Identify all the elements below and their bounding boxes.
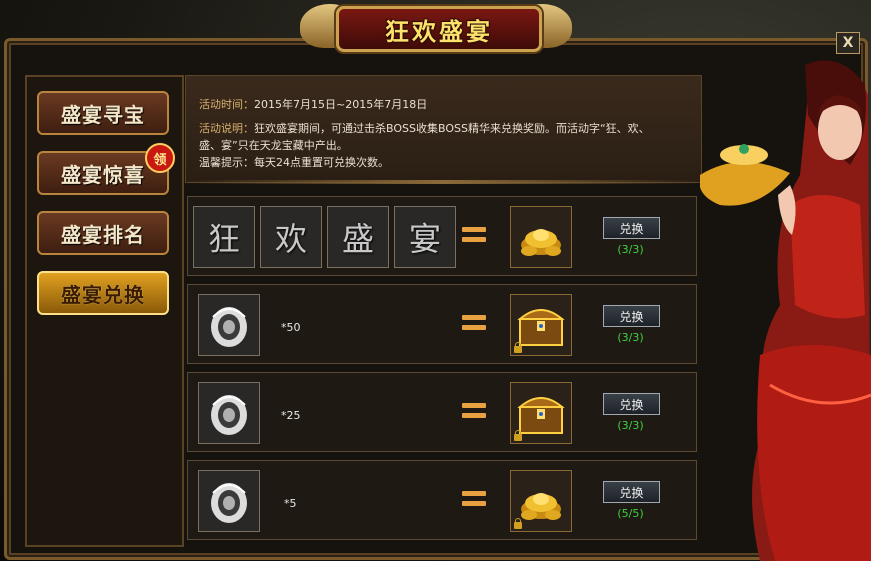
material-slot[interactable] (198, 382, 260, 444)
claim-badge: 领 (145, 143, 175, 173)
character-item: 狂 (207, 220, 240, 258)
boss-essence-icon (211, 395, 247, 435)
character-item: 欢 (274, 220, 307, 258)
event-tip: 温馨提示：每天24点重置可兑换次数。 (199, 156, 389, 169)
title-banner: 狂欢盛宴 (336, 6, 542, 52)
sidebar: 盛宴寻宝 盛宴惊喜 领 盛宴排名 盛宴兑换 (25, 75, 184, 547)
character-slot: 宴 (394, 206, 456, 268)
equals-icon (462, 313, 486, 333)
reward-slot[interactable] (510, 294, 572, 356)
event-desc-line-2: 盛、宴”只在天龙宝藏中产出。 (199, 139, 348, 152)
lock-icon (514, 430, 522, 441)
equals-icon (462, 401, 486, 421)
equals-icon (462, 225, 486, 245)
reward-slot[interactable] (510, 382, 572, 444)
event-desc-text: 狂欢盛宴期间，可通过击杀BOSS收集BOSS精华来兑换奖励。而活动字“狂、欢、 (254, 122, 650, 135)
lock-icon (514, 518, 522, 529)
exchange-row: *50 兑换 (3/3) (187, 284, 697, 364)
game-dialog: 狂欢盛宴 X 盛宴寻宝 盛宴惊喜 领 盛宴排名 盛宴兑换 活动时间：2015年7… (0, 0, 871, 561)
remaining-times: (3/3) (617, 331, 644, 344)
equals-icon (462, 489, 486, 509)
exchange-row: *5 兑换 (5/5) (187, 460, 697, 540)
tab-label: 盛宴排名 (61, 222, 145, 247)
character-item: 宴 (408, 220, 441, 258)
redeem-button[interactable]: 兑换 (603, 217, 660, 239)
remaining-times: (3/3) (617, 419, 644, 432)
reward-slot[interactable] (510, 470, 572, 532)
lock-icon (514, 342, 522, 353)
dialog-title: 狂欢盛宴 (385, 17, 493, 46)
divider (185, 180, 700, 184)
tab-feast-exchange[interactable]: 盛宴兑换 (37, 271, 169, 315)
exchange-row: *25 兑换 (3/3) (187, 372, 697, 452)
character-item: 盛 (341, 220, 374, 258)
material-count: *50 (281, 321, 301, 334)
close-button[interactable]: X (836, 32, 860, 54)
character-slot: 狂 (193, 206, 255, 268)
tab-feast-treasure[interactable]: 盛宴寻宝 (37, 91, 169, 135)
event-time-value: 2015年7月15日~2015年7月18日 (254, 98, 428, 111)
exchange-row: 狂 欢 盛 宴 兑换 (3/3) (187, 196, 697, 276)
redeem-button[interactable]: 兑换 (603, 393, 660, 415)
tab-label: 盛宴兑换 (61, 282, 145, 307)
event-info-panel: 活动时间：2015年7月15日~2015年7月18日 活动说明：狂欢盛宴期间，可… (185, 75, 702, 183)
npc-character-portrait (700, 60, 871, 561)
character-slot: 盛 (327, 206, 389, 268)
tab-feast-surprise[interactable]: 盛宴惊喜 领 (37, 143, 175, 195)
remaining-times: (3/3) (617, 243, 644, 256)
gold-ingot-icon (521, 229, 561, 256)
boss-essence-icon (211, 483, 247, 523)
material-count: *25 (281, 409, 301, 422)
tab-feast-ranking[interactable]: 盛宴排名 (37, 211, 169, 255)
tab-label: 盛宴寻宝 (61, 102, 145, 127)
material-slot[interactable] (198, 294, 260, 356)
material-count: *5 (284, 497, 297, 510)
redeem-button[interactable]: 兑换 (603, 305, 660, 327)
event-time-line: 活动时间：2015年7月15日~2015年7月18日 (199, 96, 427, 112)
event-time-label: 活动时间： (199, 98, 254, 111)
title-plate: 狂欢盛宴 (300, 0, 572, 52)
material-slot[interactable] (198, 470, 260, 532)
character-slot: 欢 (260, 206, 322, 268)
boss-essence-icon (211, 307, 247, 347)
remaining-times: (5/5) (617, 507, 644, 520)
reward-slot[interactable] (510, 206, 572, 268)
redeem-button[interactable]: 兑换 (603, 481, 660, 503)
tab-label: 盛宴惊喜 (61, 162, 145, 187)
event-desc-label: 活动说明： (199, 122, 254, 135)
event-desc-line: 活动说明：狂欢盛宴期间，可通过击杀BOSS收集BOSS精华来兑换奖励。而活动字“… (199, 120, 650, 136)
